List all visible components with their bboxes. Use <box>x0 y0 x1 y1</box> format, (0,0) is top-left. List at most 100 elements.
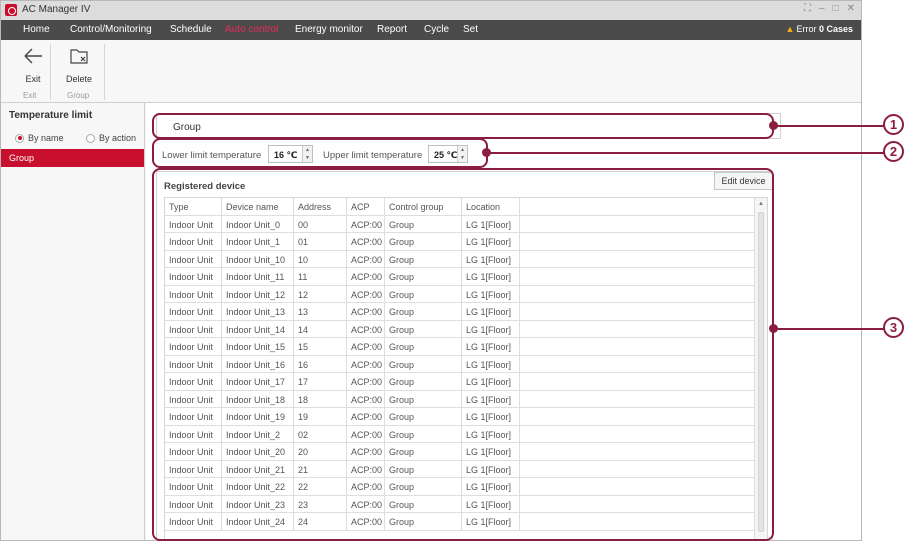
table-cell: Group <box>385 390 462 407</box>
table-row[interactable]: Indoor Unit Indoor Unit_18 18 ACP:00 Group LG… <box>165 390 755 408</box>
table-cell: Indoor Unit_21 <box>222 460 294 477</box>
table-row[interactable]: Indoor Unit Indoor Unit_15 15 ACP:00 Group LG… <box>165 338 755 356</box>
table-row[interactable]: Indoor Unit Indoor Unit_1 01 ACP:00 Group LG … <box>165 233 755 251</box>
table-filler-cell <box>520 303 755 320</box>
table-cell: 24 <box>294 513 347 530</box>
menu-energy-monitor[interactable]: Energy monitor <box>295 24 363 35</box>
table-cell: LG 1[Floor] <box>462 373 520 390</box>
table-cell: ACP:00 <box>347 320 385 337</box>
table-cell: ACP:00 <box>347 233 385 250</box>
table-row[interactable]: Indoor Unit Indoor Unit_0 00 ACP:00 Group LG … <box>165 215 755 233</box>
table-cell: Group <box>385 285 462 302</box>
lower-limit-spinner[interactable]: 16 ℃ ▲ ▼ <box>268 145 313 163</box>
table-cell: Group <box>385 338 462 355</box>
device-table: Indoor Unit Indoor Unit_24 24 ACP:00 Group LG… <box>164 197 768 540</box>
group-list-item[interactable]: Group <box>1 149 144 167</box>
table-row[interactable]: Indoor Unit Indoor Unit_22 22 ACP:00 Group LG… <box>165 478 755 496</box>
radio-by-action-label: By action <box>99 133 137 143</box>
table-header-cell: Device name <box>222 198 294 215</box>
table-header-cell: Control group <box>385 198 462 215</box>
table-cell: Indoor Unit_13 <box>222 303 294 320</box>
table-row[interactable]: Indoor Unit Indoor Unit_13 13 ACP:00 Group LG… <box>165 303 755 321</box>
spinner-arrows[interactable]: ▲ ▼ <box>302 146 312 162</box>
table-row[interactable]: Indoor Unit Indoor Unit_2 02 ACP:00 Group LG … <box>165 425 755 443</box>
table-cell: 23 <box>294 495 347 512</box>
error-indicator[interactable]: ▲ Error 0 Cases <box>786 24 853 34</box>
delete-button[interactable]: Delete <box>59 44 99 84</box>
table-row[interactable]: Indoor Unit Indoor Unit_17 17 ACP:00 Group LG… <box>165 373 755 391</box>
radio-by-action[interactable]: By action <box>86 133 136 143</box>
menu-cycle[interactable]: Cycle <box>424 24 449 35</box>
table-cell: Group <box>385 425 462 442</box>
table-row[interactable]: Indoor Unit Indoor Unit_12 12 ACP:00 Group LG… <box>165 285 755 303</box>
table-header-cell: Location <box>462 198 520 215</box>
menu-schedule[interactable]: Schedule <box>170 24 212 35</box>
table-cell: ACP:00 <box>347 495 385 512</box>
maximize-icon[interactable]: □ <box>833 3 839 14</box>
menu-auto-control[interactable]: Auto control <box>225 24 278 35</box>
menu-set[interactable]: Set <box>463 24 478 35</box>
upper-limit-label: Upper limit temperature <box>323 150 423 161</box>
main-content: Group Lower limit temperature 16 ℃ ▲ ▼ U… <box>146 103 861 540</box>
table-cell: Indoor Unit <box>165 268 222 285</box>
spin-down-icon[interactable]: ▼ <box>303 154 312 162</box>
spin-up-icon[interactable]: ▲ <box>458 146 467 154</box>
menu-control-monitoring[interactable]: Control/Monitoring <box>70 24 152 35</box>
table-cell: ACP:00 <box>347 355 385 372</box>
table-cell: LG 1[Floor] <box>462 460 520 477</box>
table-row[interactable]: Indoor Unit Indoor Unit_21 21 ACP:00 Group LG… <box>165 460 755 478</box>
table-cell: Indoor Unit <box>165 513 222 530</box>
table-cell: Indoor Unit <box>165 373 222 390</box>
table-cell: Indoor Unit <box>165 215 222 232</box>
edit-device-button[interactable]: Edit device <box>714 172 773 190</box>
table-cell: ACP:00 <box>347 250 385 267</box>
radio-by-name[interactable]: By name <box>15 133 64 143</box>
ribbon-group-group: Group <box>67 91 90 100</box>
table-cell: LG 1[Floor] <box>462 215 520 232</box>
table-scrollbar[interactable]: ▲ <box>754 198 767 540</box>
group-name-field[interactable]: Group <box>156 113 781 139</box>
table-row[interactable]: Indoor Unit Indoor Unit_19 19 ACP:00 Group LG… <box>165 408 755 426</box>
upper-limit-spinner[interactable]: 25 ℃ ▲ ▼ <box>428 145 468 163</box>
table-cell: Indoor Unit_20 <box>222 443 294 460</box>
table-row[interactable]: Indoor Unit Indoor Unit_16 16 ACP:00 Group LG… <box>165 355 755 373</box>
table-cell: ACP:00 <box>347 303 385 320</box>
table-row[interactable]: Indoor Unit Indoor Unit_11 11 ACP:00 Group LG… <box>165 268 755 286</box>
table-filler-cell <box>520 338 755 355</box>
table-row[interactable]: Indoor Unit Indoor Unit_14 14 ACP:00 Group LG… <box>165 320 755 338</box>
spin-up-icon[interactable]: ▲ <box>303 146 312 154</box>
spin-down-icon[interactable]: ▼ <box>458 154 467 162</box>
table-cell: Indoor Unit <box>165 495 222 512</box>
table-cell: 01 <box>294 233 347 250</box>
table-cell: Indoor Unit <box>165 320 222 337</box>
table-cell: 15 <box>294 338 347 355</box>
table-row[interactable]: Indoor Unit Indoor Unit_23 23 ACP:00 Group LG… <box>165 495 755 513</box>
table-row[interactable]: Indoor Unit Indoor Unit_10 10 ACP:00 Group LG… <box>165 250 755 268</box>
callout-number-3: 3 <box>883 317 904 338</box>
menu-home[interactable]: Home <box>23 24 50 35</box>
minimize-icon[interactable]: – <box>819 3 825 14</box>
table-cell: Group <box>385 355 462 372</box>
radio-unselected-icon <box>86 133 95 143</box>
table-cell: 13 <box>294 303 347 320</box>
spinner-arrows[interactable]: ▲ ▼ <box>457 146 467 162</box>
table-cell: LG 1[Floor] <box>462 355 520 372</box>
table-filler-cell <box>520 391 755 408</box>
fullscreen-icon[interactable]: ⛶ <box>804 3 811 14</box>
table-cell: ACP:00 <box>347 338 385 355</box>
scroll-thumb[interactable] <box>758 212 764 532</box>
table-filler-cell <box>520 426 755 443</box>
table-cell: Indoor Unit_12 <box>222 285 294 302</box>
scroll-up-icon[interactable]: ▲ <box>755 198 767 210</box>
table-row[interactable]: Indoor Unit Indoor Unit_24 24 ACP:00 Group LG… <box>165 513 755 531</box>
radio-selected-icon <box>15 133 24 143</box>
exit-button[interactable]: Exit <box>13 44 53 84</box>
menu-report[interactable]: Report <box>377 24 407 35</box>
arrow-left-icon <box>24 48 42 64</box>
table-cell: Group <box>385 233 462 250</box>
table-filler-cell <box>520 478 755 495</box>
app-window: AC Manager IV ⛶ – □ ✕ Home Control/Monit… <box>0 0 862 541</box>
table-cell: LG 1[Floor] <box>462 513 520 530</box>
close-icon[interactable]: ✕ <box>847 3 855 14</box>
table-row[interactable]: Indoor Unit Indoor Unit_20 20 ACP:00 Group LG… <box>165 443 755 461</box>
